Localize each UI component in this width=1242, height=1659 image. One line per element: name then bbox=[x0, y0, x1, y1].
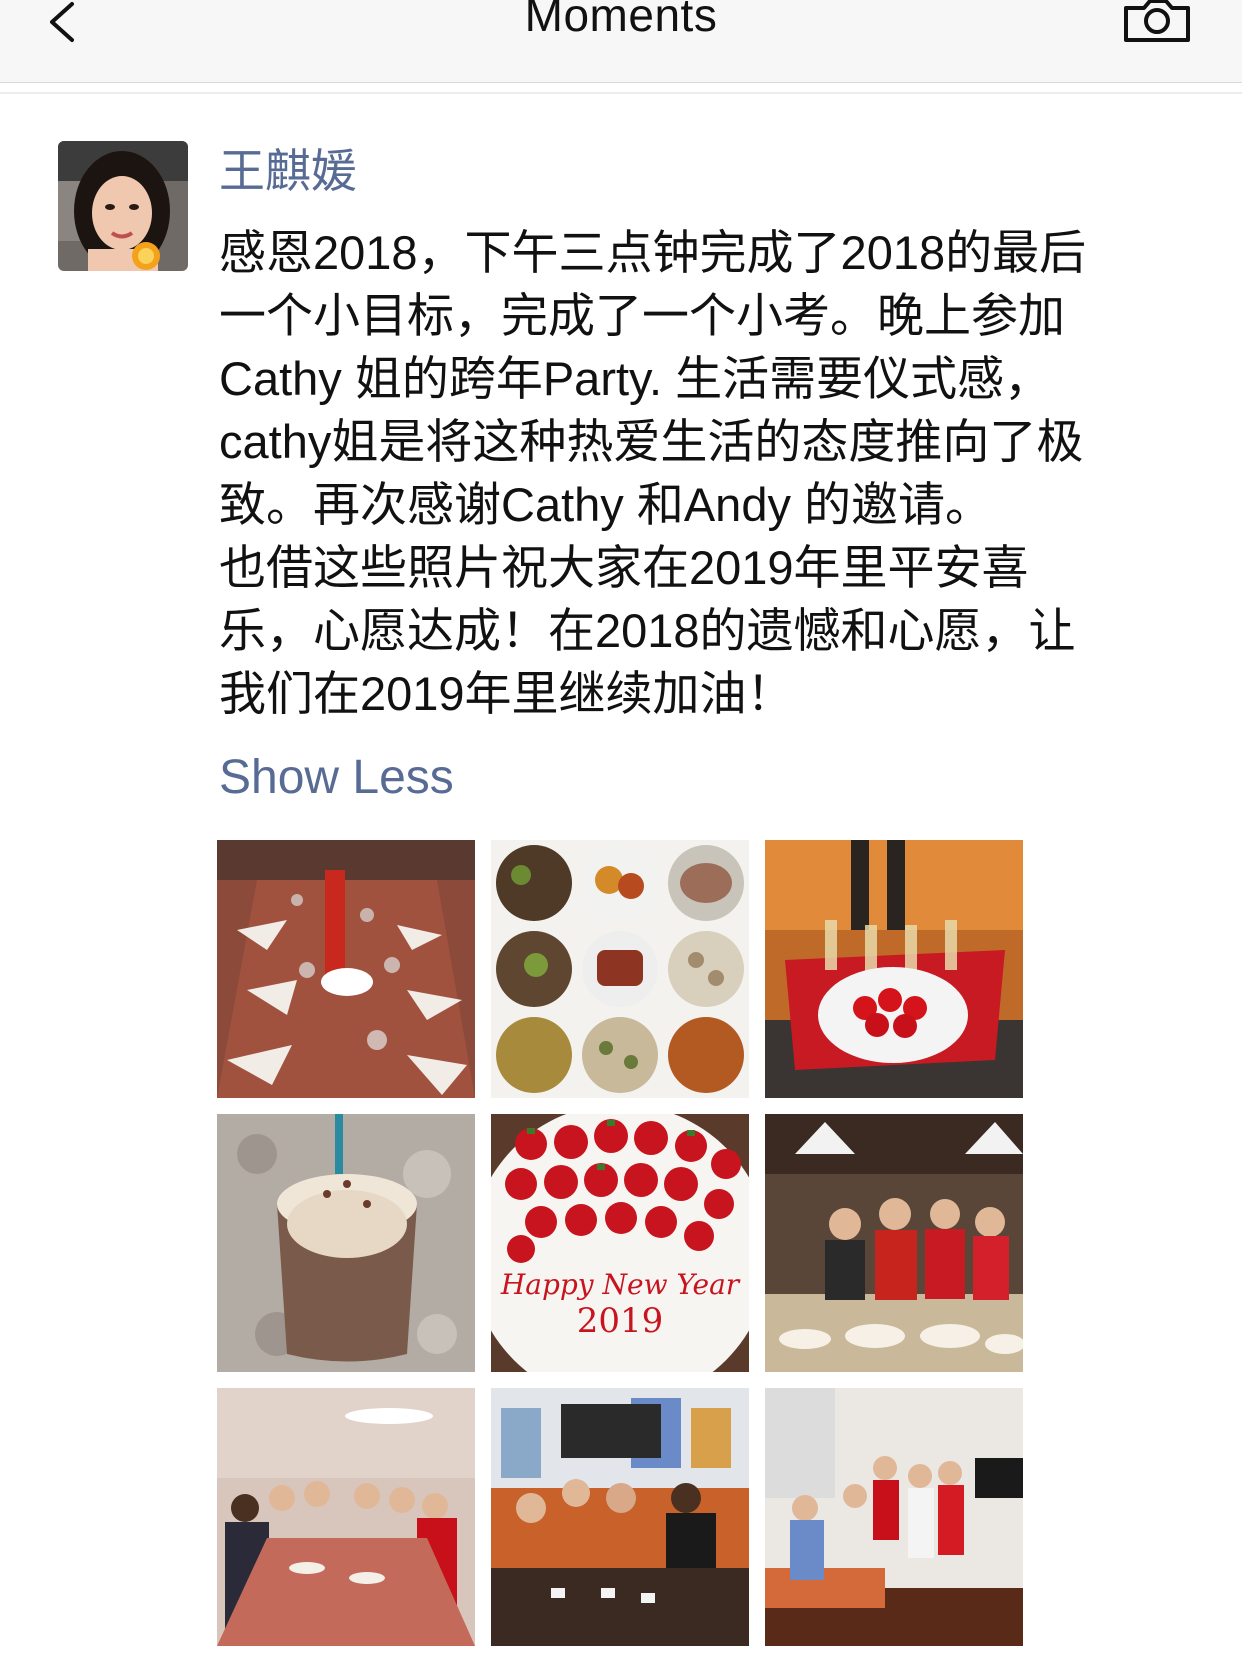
post-text: 感恩2018，下午三点钟完成了2018的最后 一个小目标，完成了一个小考。晚上参… bbox=[219, 221, 1219, 725]
post-text-line: cathy姐是将这种热爱生活的态度推向了极 bbox=[219, 415, 1084, 468]
post-text-line: 我们在2019年里继续加油！ bbox=[219, 667, 794, 720]
photo-new-year-cake[interactable]: Happy New Year 2019 bbox=[491, 1114, 749, 1372]
navigation-bar: Moments bbox=[0, 0, 1242, 83]
photo-dinner-group[interactable] bbox=[217, 1388, 475, 1646]
cake-caption-line2: 2019 bbox=[577, 1301, 664, 1341]
post-text-line: 也借这些照片祝大家在2019年里平安喜 bbox=[219, 541, 1029, 594]
post-text-line: Cathy 姐的跨年Party. 生活需要仪式感， bbox=[219, 352, 1052, 405]
post-text-line: 一个小目标，完成了一个小考。晚上参加 bbox=[219, 289, 1065, 342]
photo-kitchen-group[interactable] bbox=[765, 1114, 1023, 1372]
avatar[interactable] bbox=[58, 141, 188, 271]
post-author-name[interactable]: 王麒媛 bbox=[219, 142, 357, 200]
post-text-line: 乐，心愿达成！在2018的遗憾和心愿，让 bbox=[219, 604, 1076, 657]
photo-dinner-table[interactable] bbox=[217, 840, 475, 1098]
page-title: Moments bbox=[524, 0, 718, 41]
divider bbox=[0, 92, 1242, 94]
photo-champagne-strawberries[interactable] bbox=[765, 840, 1023, 1098]
cake-caption-line1: Happy New Year bbox=[500, 1268, 741, 1301]
photo-living-room-group[interactable] bbox=[765, 1388, 1023, 1646]
photo-drink[interactable] bbox=[217, 1114, 475, 1372]
show-less-link[interactable]: Show Less bbox=[219, 748, 454, 808]
post-text-line: 致。再次感谢Cathy 和Andy 的邀请。 bbox=[219, 478, 993, 531]
photo-card-game[interactable] bbox=[491, 1388, 749, 1646]
camera-icon[interactable] bbox=[1122, 0, 1194, 50]
post-text-line: 感恩2018，下午三点钟完成了2018的最后 bbox=[219, 226, 1087, 279]
photo-food-collage[interactable] bbox=[491, 840, 749, 1098]
